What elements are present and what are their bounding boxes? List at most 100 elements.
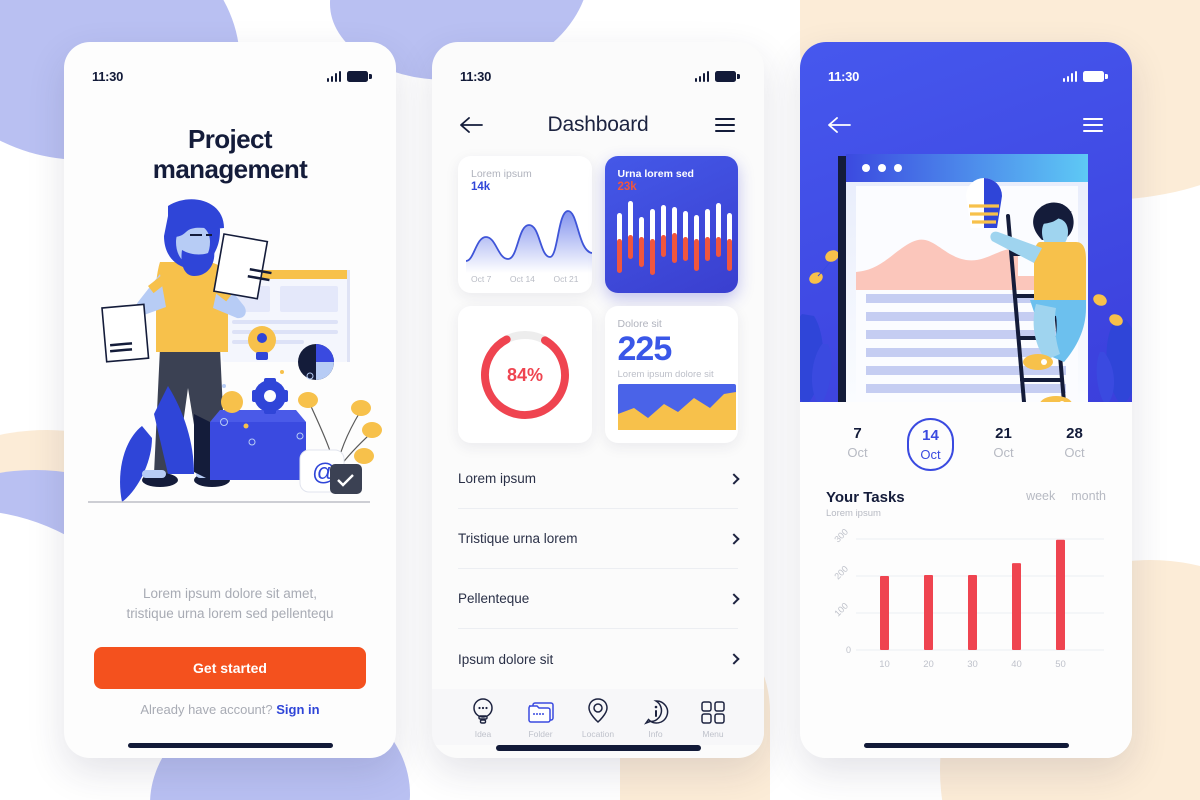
arrow-left-icon[interactable]	[458, 112, 484, 138]
status-time: 11:30	[828, 68, 860, 84]
get-started-button[interactable]: Get started	[94, 646, 366, 689]
status-time: 11:30	[92, 68, 124, 84]
axis-tick: Oct 7	[471, 274, 492, 284]
range-week[interactable]: week	[1026, 489, 1055, 503]
line-chart-svg	[466, 210, 592, 273]
tab-label: Location	[581, 729, 615, 739]
battery-icon	[715, 70, 740, 82]
stat-card-donut[interactable]: 84%	[458, 306, 592, 443]
signin-prefix: Already have account?	[140, 701, 273, 717]
donut-center-label: 84%	[507, 365, 543, 385]
tab-location[interactable]: Location	[573, 697, 623, 739]
donut-chart-svg: 84%	[480, 330, 569, 419]
stat-card-candlestick[interactable]: Urna lorem sed 23k	[604, 156, 738, 293]
man-with-documents-illustration: @	[64, 190, 396, 580]
page-title: Dashboard	[547, 113, 649, 136]
line-chart-axis: Oct 7 Oct 14 Oct 21	[471, 274, 579, 284]
date-chip[interactable]: 28 Oct	[1053, 418, 1095, 471]
folder-icon	[527, 702, 554, 723]
battery-icon	[1083, 70, 1108, 82]
date-month: Oct	[847, 445, 868, 460]
list-item-label: Pellenteque	[458, 591, 530, 606]
dashboard-list: Lorem ipsum Tristique urna lorem Pellent…	[432, 443, 764, 689]
date-day: 14	[922, 427, 939, 444]
date-month: Oct	[1064, 445, 1085, 460]
card-label: Lorem ipsum	[471, 168, 532, 180]
candlestick-chart-svg	[616, 201, 732, 275]
description-line-1: Lorem ipsum dolore sit amet,	[142, 586, 318, 601]
tab-label: Info	[648, 729, 663, 739]
signal-bars-icon	[694, 70, 709, 82]
tab-info[interactable]: Info	[631, 699, 681, 739]
chevron-right-icon	[728, 592, 740, 605]
date-day: 28	[1066, 425, 1083, 442]
list-item[interactable]: Pellenteque	[458, 569, 740, 629]
hamburger-menu-icon[interactable]	[1080, 112, 1106, 138]
status-time: 11:30	[460, 68, 492, 84]
home-indicator	[863, 742, 1069, 748]
y-tick-0: 0	[846, 645, 851, 655]
list-item-label: Tristique urna lorem	[458, 531, 578, 546]
bar-chart-svg: 300 200 100 0 10 20 30 40 50	[832, 527, 1104, 670]
section-title: Your Tasks	[826, 489, 905, 506]
card-value: 23k	[617, 181, 637, 193]
chevron-right-icon	[728, 653, 740, 665]
arrow-left-icon[interactable]	[826, 112, 852, 138]
date-selector: 7 Oct 14 Oct 21 Oct 28 Oct	[800, 402, 1132, 475]
signal-bars-icon	[326, 70, 341, 82]
card-sub-label: Lorem ipsum dolore sit	[617, 369, 714, 380]
screens-stage: 11:30 Project management @ Lorem ipsum d…	[0, 0, 1200, 800]
tab-idea[interactable]: Idea	[458, 697, 508, 739]
range-month[interactable]: month	[1071, 489, 1106, 503]
bottom-tab-bar: Idea Folder Location Info Menu	[432, 689, 764, 745]
stat-card-line[interactable]: Lorem ipsum 14k Oct 7 Oct 14 Oct 21	[458, 156, 592, 293]
signin-row: Already have account? Sign in	[64, 702, 396, 717]
page-title-line2: management	[152, 154, 308, 185]
x-tick-50: 50	[1055, 659, 1066, 670]
your-tasks-bar-chart: 300 200 100 0 10 20 30 40 50	[800, 519, 1132, 743]
tab-menu[interactable]: Menu	[688, 699, 738, 739]
date-chip[interactable]: 7 Oct	[836, 418, 878, 471]
tasks-screen: 11:30 7 Oct 14 Oct 21 Oct 28 Oct Your Ta…	[800, 42, 1132, 758]
grid-menu-icon	[701, 701, 725, 724]
onboarding-description: Lorem ipsum dolore sit amet, tristique u…	[64, 584, 396, 625]
list-item-label: Ipsum dolore sit	[458, 651, 554, 667]
signin-link[interactable]: Sign in	[276, 702, 319, 717]
tab-label: Idea	[474, 729, 492, 739]
list-item-label: Lorem ipsum	[458, 471, 537, 486]
range-toggle: week month	[1026, 489, 1106, 503]
lightbulb-icon	[473, 698, 493, 724]
x-tick-40: 40	[1011, 659, 1022, 670]
y-tick-300: 300	[832, 527, 850, 545]
stat-card-area[interactable]: Dolore sit 225 Lorem ipsum dolore sit	[604, 306, 738, 443]
onboarding-screen: 11:30 Project management @ Lorem ipsum d…	[64, 42, 396, 758]
list-item[interactable]: Lorem ipsum	[458, 449, 740, 509]
card-big-number: 225	[617, 330, 673, 368]
chevron-right-icon	[728, 472, 740, 485]
tab-label: Folder	[528, 729, 553, 739]
axis-tick: Oct 21	[553, 274, 579, 284]
card-label: Urna lorem sed	[617, 168, 694, 180]
hamburger-menu-icon[interactable]	[712, 112, 738, 138]
y-tick-100: 100	[832, 601, 850, 619]
dashboard-screen: 11:30 Dashboard Lorem ipsum 14k Oct 7 Oc…	[432, 42, 764, 758]
date-chip-selected[interactable]: 14 Oct	[907, 418, 954, 471]
status-bar: 11:30	[432, 42, 764, 96]
area-chart-svg	[617, 384, 736, 430]
tasks-header: Your Tasks Lorem ipsum week month	[800, 475, 1132, 519]
hero-header: 11:30	[800, 42, 1132, 412]
map-pin-icon	[588, 698, 608, 724]
list-item[interactable]: Tristique urna lorem	[458, 509, 740, 569]
person-on-ladder-browser-illustration	[800, 144, 1132, 412]
tab-folder[interactable]: Folder	[516, 699, 566, 739]
tab-label: Menu	[702, 729, 724, 739]
date-day: 7	[853, 425, 862, 442]
status-bar: 11:30	[800, 42, 1132, 96]
battery-icon	[347, 70, 372, 82]
status-bar: 11:30	[64, 42, 396, 96]
y-tick-200: 200	[832, 564, 850, 582]
card-value: 14k	[471, 181, 491, 193]
list-item[interactable]: Ipsum dolore sit	[458, 629, 740, 689]
dashboard-navbar: Dashboard	[432, 96, 764, 144]
date-chip[interactable]: 21 Oct	[982, 418, 1024, 471]
